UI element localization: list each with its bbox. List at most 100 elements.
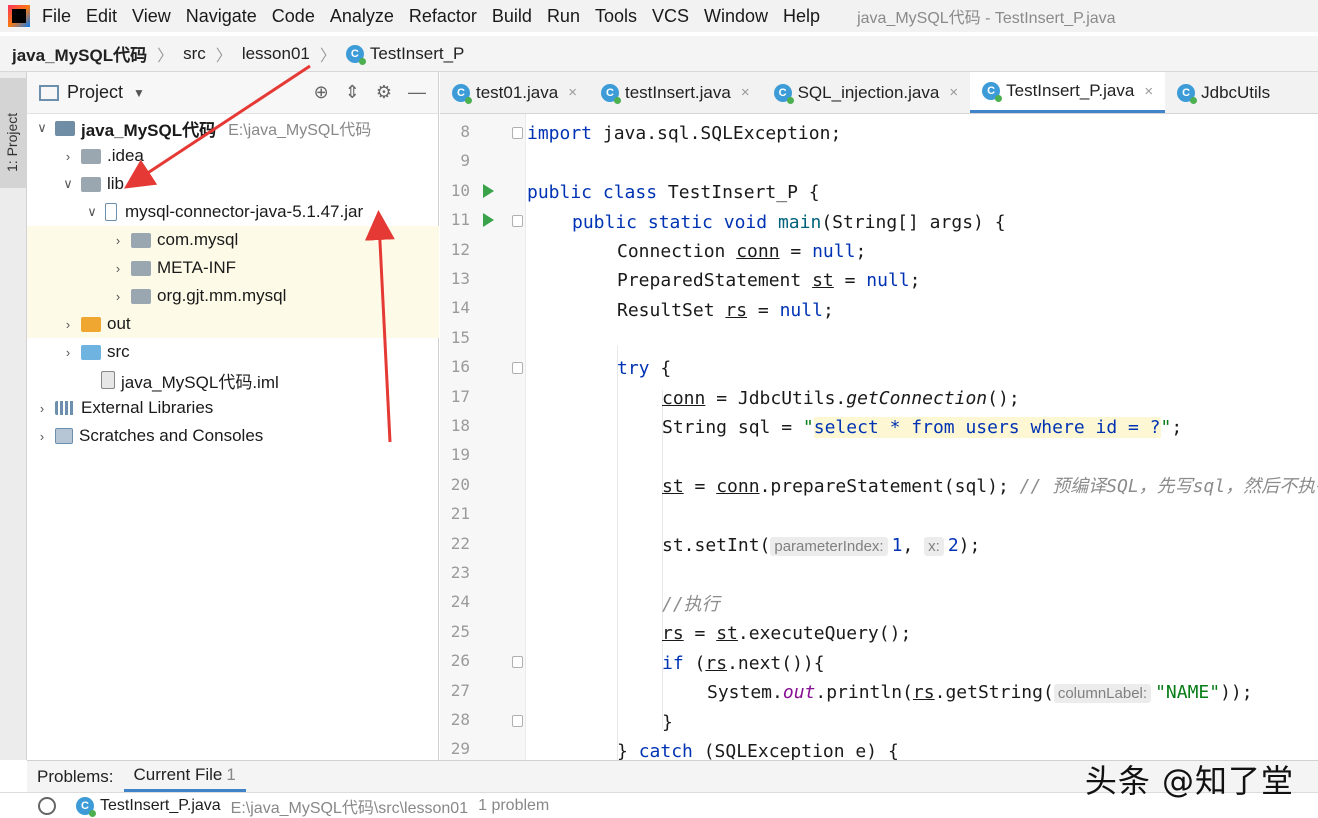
menu-view[interactable]: View (132, 6, 171, 27)
tree-item-label: lib (107, 174, 125, 193)
fold-marker-icon[interactable] (512, 362, 523, 375)
line-number: 17 (450, 386, 470, 406)
tree-item-lib[interactable]: ∨ lib (27, 170, 439, 198)
project-view-icon (39, 84, 59, 101)
chevron-right-icon[interactable]: › (61, 317, 75, 332)
close-icon[interactable]: × (1144, 83, 1153, 100)
tree-item-external-libraries[interactable]: › External Libraries (27, 394, 439, 422)
gear-icon[interactable]: ⚙ (376, 82, 392, 103)
close-icon[interactable]: × (741, 84, 750, 101)
tree-item-src[interactable]: › src (27, 338, 439, 366)
fold-marker-icon[interactable] (512, 215, 523, 228)
menu-tools[interactable]: Tools (595, 6, 637, 27)
minimize-icon[interactable]: — (408, 82, 426, 103)
line-number: 15 (450, 327, 470, 347)
line-number: 25 (450, 621, 470, 641)
close-icon[interactable]: × (568, 84, 577, 101)
watermark: 头条 @知了堂 (1084, 762, 1294, 800)
chevron-right-icon[interactable]: › (61, 149, 75, 164)
menu-file[interactable]: File (42, 6, 71, 27)
chevron-down-icon[interactable]: ∨ (85, 204, 99, 220)
project-tool-tab[interactable]: 1: Project (0, 78, 27, 188)
project-panel-title[interactable]: Project (67, 82, 123, 103)
tab-testinsert-p[interactable]: C TestInsert_P.java × (970, 72, 1166, 113)
tree-item-label: java_MySQL代码 (81, 120, 217, 140)
tab-testinsert[interactable]: C testInsert.java × (589, 72, 762, 113)
locate-icon[interactable]: ⊕ (314, 82, 329, 103)
line-number: 10 (450, 180, 470, 200)
tab-test01[interactable]: C test01.java × (440, 72, 589, 113)
code-line-17: conn = JdbcUtils.getConnection(); (662, 388, 1020, 409)
eye-icon[interactable] (38, 796, 56, 815)
collapse-all-icon[interactable]: ⇕ (345, 82, 360, 103)
menu-build[interactable]: Build (492, 6, 532, 27)
tree-item-label: java_MySQL代码.iml (121, 372, 279, 392)
chevron-right-icon[interactable]: › (111, 233, 125, 248)
tree-item-meta-inf[interactable]: › META-INF (27, 254, 439, 282)
fold-marker-icon[interactable] (512, 656, 523, 669)
menu-bar: File Edit View Navigate Code Analyze Ref… (0, 0, 1318, 32)
tree-item-out[interactable]: › out (27, 310, 439, 338)
menu-edit[interactable]: Edit (86, 6, 117, 27)
breadcrumb-separator-icon: 〉 (215, 47, 232, 65)
chevron-down-icon[interactable]: ∨ (61, 176, 75, 192)
java-class-icon: C (76, 796, 96, 817)
chevron-right-icon[interactable]: › (35, 401, 49, 416)
chevron-down-icon[interactable]: ▼ (133, 86, 145, 100)
tree-item-org-gjt[interactable]: › org.gjt.mm.mysql (27, 282, 439, 310)
window-title: java_MySQL代码 - TestInsert_P.java (857, 10, 1116, 27)
chevron-right-icon[interactable]: › (111, 261, 125, 276)
current-file-tab-label: Current File (133, 765, 223, 784)
fold-marker-icon[interactable] (512, 127, 523, 139)
line-number: 24 (450, 592, 470, 612)
tree-item-iml[interactable]: java_MySQL代码.iml (27, 366, 439, 394)
java-class-icon: C (982, 82, 1003, 102)
run-icon[interactable] (483, 183, 494, 198)
tree-item-project-root[interactable]: ∨ java_MySQL代码 E:\java_MySQL代码 (27, 114, 439, 142)
menu-code[interactable]: Code (272, 6, 315, 27)
breadcrumb-class[interactable]: TestInsert_P (370, 44, 465, 64)
chevron-down-icon[interactable]: ∨ (35, 120, 49, 136)
tab-current-file[interactable]: Current File 1 (123, 761, 246, 792)
run-icon[interactable] (483, 213, 494, 228)
fold-marker-icon[interactable] (512, 715, 523, 727)
tab-sql-injection[interactable]: C SQL_injection.java × (762, 72, 971, 113)
tab-jdbcutils[interactable]: C JdbcUtils (1165, 72, 1282, 113)
menu-analyze[interactable]: Analyze (330, 6, 394, 27)
tree-item-com-mysql[interactable]: › com.mysql (27, 226, 439, 254)
chevron-right-icon[interactable]: › (111, 289, 125, 304)
tab-problems[interactable]: Problems: (27, 761, 124, 792)
parameter-hint: parameterIndex: (770, 537, 888, 556)
code-line-22: st.setInt(parameterIndex: 1, x: 2); (662, 535, 981, 556)
line-number: 19 (450, 445, 470, 465)
menu-navigate[interactable]: Navigate (186, 6, 257, 27)
tree-item-label: .idea (107, 146, 144, 165)
menu-run[interactable]: Run (547, 6, 580, 27)
breadcrumb-package[interactable]: lesson01 (242, 44, 310, 64)
menu-help[interactable]: Help (783, 6, 820, 27)
java-class-icon: C (601, 83, 621, 104)
menu-refactor[interactable]: Refactor (409, 6, 477, 27)
chevron-right-icon[interactable]: › (35, 429, 49, 444)
breadcrumb-src[interactable]: src (183, 44, 206, 64)
tree-item-idea[interactable]: › .idea (27, 142, 439, 170)
folder-icon (131, 260, 151, 276)
breadcrumb-separator-icon: 〉 (319, 47, 336, 65)
menu-vcs[interactable]: VCS (652, 6, 689, 27)
breadcrumb-project[interactable]: java_MySQL代码 (12, 41, 147, 66)
project-panel: Project ▼ ⊕ ⇕ ⚙ — ∨ java_MySQL代码 E:\java… (27, 72, 439, 760)
tree-item-label: org.gjt.mm.mysql (157, 286, 287, 305)
problem-count: 1 problem (478, 796, 550, 814)
problems-tab-label: Problems: (37, 766, 114, 786)
chevron-right-icon[interactable]: › (61, 345, 75, 360)
code-line-20: st = conn.prepareStatement(sql); // 预编译S… (662, 476, 1318, 497)
code-editor[interactable]: import java.sql.SQLException; public cla… (527, 114, 1318, 760)
tree-item-scratches[interactable]: › Scratches and Consoles (27, 422, 439, 450)
tab-label: test01.java (476, 82, 559, 102)
folder-icon (81, 148, 101, 164)
close-icon[interactable]: × (949, 84, 958, 101)
breadcrumb-separator-icon: 〉 (157, 47, 174, 65)
parameter-hint: columnLabel: (1053, 684, 1152, 703)
tree-item-jar[interactable]: ∨ mysql-connector-java-5.1.47.jar (27, 198, 439, 226)
menu-window[interactable]: Window (704, 6, 768, 27)
